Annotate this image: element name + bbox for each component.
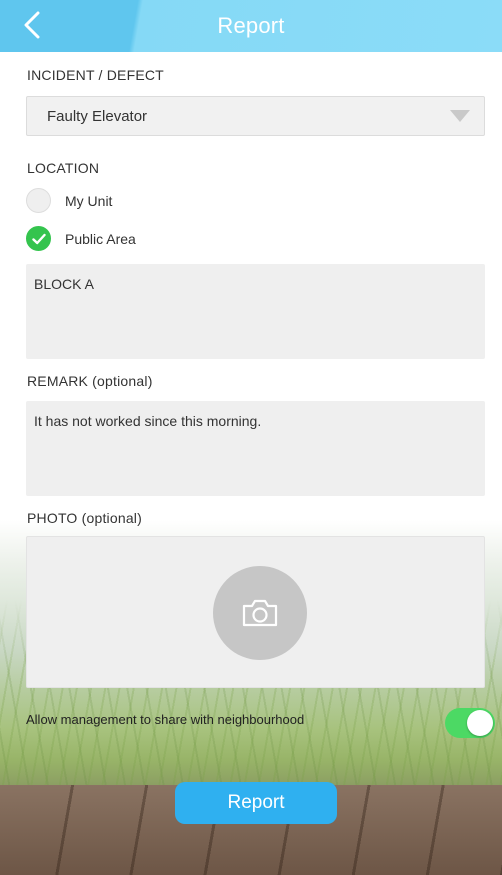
location-label: LOCATION (27, 160, 100, 176)
incident-label: INCIDENT / DEFECT (27, 67, 164, 83)
report-submit-button[interactable]: Report (175, 782, 337, 824)
incident-select[interactable]: Faulty Elevator (26, 96, 485, 136)
header-bar: Report (0, 0, 502, 52)
radio-my-unit[interactable]: My Unit (26, 188, 112, 213)
share-toggle[interactable] (445, 708, 495, 738)
chevron-left-icon (24, 11, 40, 39)
remark-input[interactable]: It has not worked since this morning. (26, 401, 485, 496)
location-input-value: BLOCK A (34, 276, 94, 292)
incident-select-value: Faulty Elevator (47, 107, 148, 125)
check-icon (26, 226, 51, 251)
back-button[interactable] (18, 10, 46, 40)
radio-public-area[interactable]: Public Area (26, 226, 136, 251)
remark-label: REMARK (optional) (27, 373, 153, 389)
radio-my-unit-label: My Unit (65, 192, 113, 209)
location-input[interactable]: BLOCK A (26, 264, 485, 359)
photo-upload-area[interactable] (26, 536, 485, 688)
toggle-knob (467, 710, 493, 736)
radio-unchecked-icon (26, 188, 51, 213)
report-screen: Report INCIDENT / DEFECT Faulty Elevator… (0, 0, 502, 875)
share-label: Allow management to share with neighbour… (26, 712, 305, 727)
camera-icon (242, 599, 278, 627)
page-title: Report (217, 13, 285, 38)
dropdown-arrow-icon (450, 110, 470, 122)
radio-public-area-label: Public Area (65, 230, 136, 247)
photo-label: PHOTO (optional) (27, 510, 142, 526)
add-photo-button[interactable] (213, 566, 307, 660)
remark-input-value: It has not worked since this morning. (34, 413, 262, 429)
